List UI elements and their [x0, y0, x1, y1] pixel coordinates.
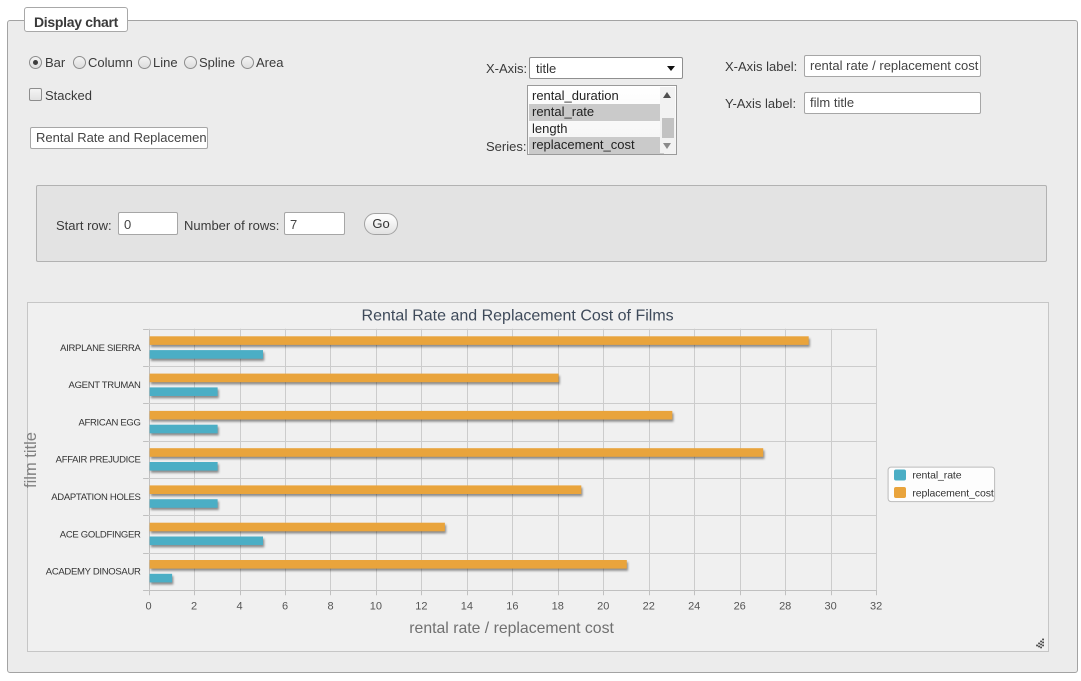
svg-text:film title: film title	[22, 432, 40, 488]
svg-text:20: 20	[597, 601, 609, 613]
svg-text:12: 12	[415, 601, 427, 613]
svg-text:AGENT TRUMAN: AGENT TRUMAN	[69, 380, 141, 391]
svg-text:ADAPTATION HOLES: ADAPTATION HOLES	[51, 492, 140, 503]
svg-text:AIRPLANE SIERRA: AIRPLANE SIERRA	[60, 343, 141, 354]
svg-text:AFFAIR PREJUDICE: AFFAIR PREJUDICE	[56, 455, 141, 466]
svg-text:32: 32	[870, 601, 882, 613]
svg-text:4: 4	[236, 601, 242, 613]
svg-text:16: 16	[506, 601, 518, 613]
svg-text:AFRICAN EGG: AFRICAN EGG	[78, 417, 140, 428]
svg-text:0: 0	[146, 601, 152, 613]
svg-text:8: 8	[327, 601, 333, 613]
svg-text:26: 26	[734, 601, 746, 613]
svg-text:Rental Rate and Replacement Co: Rental Rate and Replacement Cost of Film…	[362, 308, 674, 325]
svg-text:28: 28	[779, 601, 791, 613]
svg-text:22: 22	[643, 601, 655, 613]
svg-text:18: 18	[552, 601, 564, 613]
svg-text:10: 10	[370, 601, 382, 613]
svg-text:rental rate / replacement cost: rental rate / replacement cost	[409, 620, 614, 637]
svg-text:14: 14	[461, 601, 473, 613]
svg-text:rental_rate: rental_rate	[912, 470, 961, 482]
svg-text:ACADEMY DINOSAUR: ACADEMY DINOSAUR	[46, 567, 141, 578]
svg-text:6: 6	[282, 601, 288, 613]
svg-text:replacement_cost: replacement_cost	[912, 487, 993, 499]
svg-text:ACE GOLDFINGER: ACE GOLDFINGER	[60, 529, 141, 540]
svg-text:2: 2	[191, 601, 197, 613]
svg-text:30: 30	[824, 601, 836, 613]
svg-text:24: 24	[688, 601, 700, 613]
